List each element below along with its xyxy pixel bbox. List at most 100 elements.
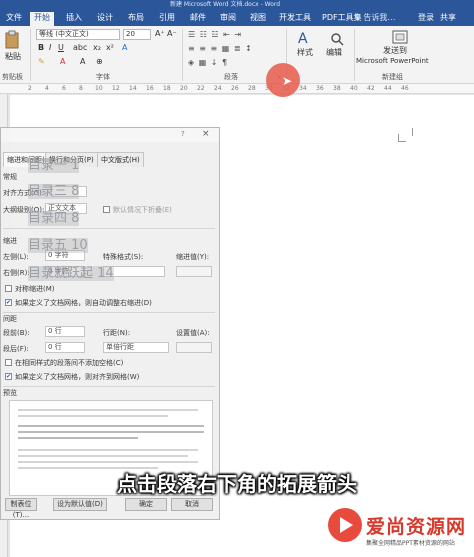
paste-icon[interactable] (4, 30, 20, 50)
ribbon-tab-bar: 文件 开始 插入 设计 布局 引用 邮件 审阅 视图 开发工具 PDF工具集 ♀… (0, 9, 474, 26)
tab-mailings[interactable]: 邮件 (186, 12, 210, 23)
dialog-titlebar[interactable] (1, 128, 219, 142)
highlight-color-icon[interactable]: ✎ (38, 57, 45, 67)
no-space-same-style-label: 在相同样式的段落间不添加空格(C) (15, 359, 124, 367)
list-buttons-icon[interactable]: ☰ ☷ ☳ ⇤ ⇥ (188, 30, 242, 39)
group-divider (182, 29, 183, 81)
tab-file[interactable]: 文件 (2, 12, 26, 23)
set-default-button[interactable]: 设为默认值(D) (53, 498, 107, 511)
margin-corner-mark (412, 128, 413, 136)
space-before-input[interactable]: 0 行 (45, 326, 85, 337)
strikethrough-button[interactable]: abc (73, 43, 87, 53)
ruler-tick: 10 (95, 85, 103, 92)
send-to-app-label[interactable]: Microsoft PowerPoint (356, 56, 429, 66)
text-effects-icon[interactable]: A (122, 43, 127, 53)
font-name-box[interactable]: 等线 (中文正文) (36, 29, 120, 40)
ruler-tick: 26 (231, 85, 239, 92)
tell-me-search[interactable]: ♀ 告诉我… (355, 12, 395, 23)
ruler-tick: 6 (62, 85, 66, 92)
editing-button[interactable]: 编辑 (326, 48, 342, 58)
shading-borders-icon[interactable]: ◈ ▦ ↓ ¶ (188, 58, 228, 67)
indent-by-input[interactable] (176, 266, 212, 277)
no-space-same-style-checkbox[interactable] (5, 359, 12, 366)
preview-line (18, 415, 168, 417)
special-format-label: 特殊格式(S): (103, 253, 144, 261)
space-before-label: 段前(B): (3, 329, 30, 337)
cancel-button[interactable]: 取消 (171, 498, 213, 511)
find-icon[interactable] (330, 32, 344, 46)
space-after-label: 段后(F): (3, 345, 29, 353)
superscript-button[interactable]: x² (106, 43, 114, 53)
share-button[interactable]: 共享 (440, 12, 456, 23)
watermark-logo: 爱尚资源网 集聚全网精品PPT素材资源的网站 (326, 500, 474, 557)
enclose-char-icon[interactable]: ⊕ (96, 57, 103, 67)
space-after-input[interactable]: 0 行 (45, 342, 85, 353)
ruler-tick: 28 (248, 85, 256, 92)
font-size-box[interactable]: 20 (123, 29, 151, 40)
help-icon[interactable]: ? (181, 130, 185, 138)
send-to-label[interactable]: 发送到 (383, 46, 407, 56)
preview-line (18, 425, 204, 427)
tab-developer[interactable]: 开发工具 (275, 12, 315, 23)
clipboard-group-label: 剪贴板 (2, 73, 23, 81)
ok-button[interactable]: 确定 (125, 498, 167, 511)
line-spacing-label: 行距(N): (103, 329, 131, 337)
tab-home[interactable]: 开始 (30, 12, 54, 26)
font-size-up-icon[interactable]: A⁺ (155, 29, 165, 39)
italic-button[interactable]: I (49, 43, 51, 53)
collapsed-checkbox[interactable] (103, 206, 110, 213)
svg-text:A: A (298, 31, 308, 46)
tab-view[interactable]: 视图 (246, 12, 270, 23)
styles-icon[interactable]: A (297, 30, 313, 46)
close-icon[interactable]: × (202, 129, 210, 139)
ruler-tick: 42 (367, 85, 375, 92)
alignment-buttons-icon[interactable]: ≡ ≡ ≡ ▦ ≣ ↕ (188, 44, 253, 53)
font-color-icon[interactable]: A (60, 57, 65, 67)
ruler-tick: 36 (316, 85, 324, 92)
mirror-indent-checkbox[interactable] (5, 285, 12, 292)
section-spacing-heading: 间距 (3, 315, 17, 323)
tab-design[interactable]: 设计 (93, 12, 117, 23)
snap-to-grid-checkbox[interactable]: ✔ (5, 373, 12, 380)
subscript-button[interactable]: x₂ (93, 43, 101, 53)
tab-asian-typography[interactable]: 中文版式(H) (97, 152, 144, 167)
tabs-button[interactable]: 制表位(T)... (5, 498, 37, 519)
tab-review[interactable]: 审阅 (216, 12, 240, 23)
watermark-name: 爱尚资源网 (366, 516, 467, 538)
ruler-tick: 12 (112, 85, 120, 92)
toc-line: 目录四 8 (28, 211, 80, 226)
ruler-tick: 40 (350, 85, 358, 92)
paste-button[interactable]: 粘贴 (5, 52, 21, 62)
collapsed-label: 默认情况下折叠(E) (113, 206, 172, 214)
ruler-tick: 8 (79, 85, 83, 92)
left-indent-label: 左侧(L): (3, 253, 29, 261)
spacing-at-label: 设置值(A): (176, 329, 210, 337)
char-shading-icon[interactable]: A (80, 57, 85, 67)
divider (3, 228, 215, 229)
ruler-tick: 14 (129, 85, 137, 92)
window-title: 新建 Microsoft Word 文档.docx - Word (170, 1, 281, 8)
ruler-tick: 38 (333, 85, 341, 92)
spacing-at-input[interactable] (176, 342, 212, 353)
tab-layout[interactable]: 布局 (124, 12, 148, 23)
tab-references[interactable]: 引用 (155, 12, 179, 23)
margin-corner-mark (398, 134, 406, 142)
group-divider (354, 29, 355, 81)
tab-insert[interactable]: 插入 (62, 12, 86, 23)
send-to-powerpoint-icon[interactable] (392, 30, 408, 44)
preview-line (18, 431, 204, 433)
preview-line (18, 437, 138, 439)
sign-in-link[interactable]: 登录 (418, 12, 434, 23)
underline-button[interactable]: U (58, 43, 64, 53)
line-spacing-select[interactable]: 单倍行距 (103, 342, 169, 353)
preview-line (18, 461, 198, 463)
auto-adjust-checkbox[interactable]: ✔ (5, 299, 12, 306)
toc-line: 目录一 1 (28, 158, 80, 173)
styles-button[interactable]: 样式 (297, 48, 313, 58)
video-subtitle: 点击段落右下角的拓展箭头 (117, 472, 357, 496)
font-size-down-icon[interactable]: A⁻ (167, 29, 177, 39)
bold-button[interactable]: B (38, 43, 44, 53)
new-group-label: 新建组 (382, 73, 403, 81)
toc-line: 目录就跃起 14 (28, 266, 114, 281)
ruler-tick: 16 (146, 85, 154, 92)
